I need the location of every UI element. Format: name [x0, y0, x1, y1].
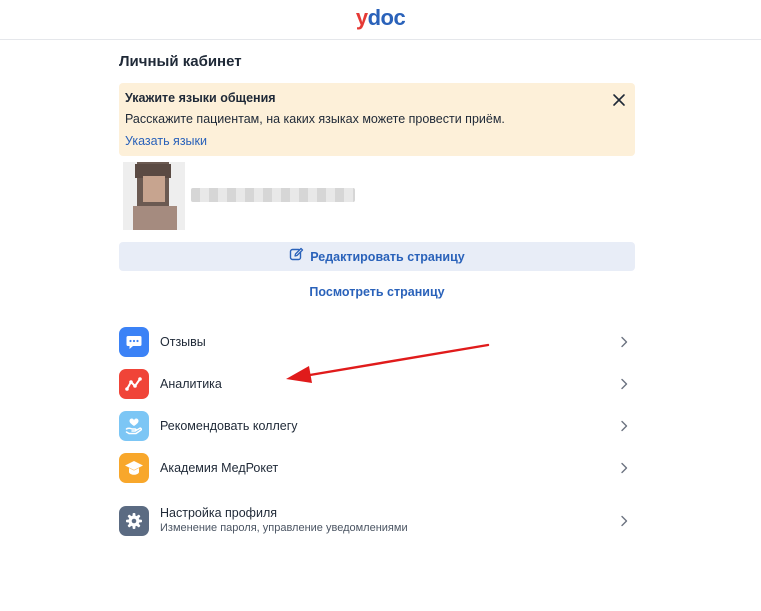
edit-page-label: Редактировать страницу: [310, 249, 465, 264]
close-icon[interactable]: [611, 92, 627, 108]
edit-icon: [289, 247, 304, 267]
gear-icon: [119, 506, 149, 536]
heart-hand-icon: [119, 411, 149, 441]
notice-text: Расскажите пациентам, на каких языках мо…: [125, 112, 505, 126]
chevron-right-icon: [621, 462, 628, 474]
menu-label: Аналитика: [160, 377, 222, 391]
menu-item-recommend-colleague[interactable]: Рекомендовать коллегу: [119, 410, 635, 444]
menu-label: Настройка профиля: [160, 506, 278, 520]
menu-label: Академия МедРокет: [160, 461, 279, 475]
top-bar: ydoc: [0, 0, 761, 40]
edit-page-button[interactable]: Редактировать страницу: [119, 242, 635, 271]
menu-item-profile-settings[interactable]: Настройка профиля Изменение пароля, упра…: [119, 505, 635, 539]
chevron-right-icon: [621, 420, 628, 432]
doctor-name-blurred: [191, 188, 355, 202]
profile-header: [119, 158, 635, 234]
menu-item-analytics[interactable]: Аналитика: [119, 368, 635, 402]
notice-title: Укажите языки общения: [125, 91, 276, 105]
page-title: Личный кабинет: [119, 53, 242, 70]
ydoc-logo[interactable]: ydoc: [356, 5, 406, 31]
chevron-right-icon: [621, 336, 628, 348]
menu-label: Отзывы: [160, 335, 206, 349]
specify-languages-link[interactable]: Указать языки: [125, 134, 207, 148]
menu-sublabel: Изменение пароля, управление уведомления…: [160, 522, 408, 534]
menu-item-academy[interactable]: Академия МедРокет: [119, 452, 635, 486]
view-page-link[interactable]: Посмотреть страницу: [119, 285, 635, 299]
menu-item-reviews[interactable]: Отзывы: [119, 326, 635, 360]
menu-label: Рекомендовать коллегу: [160, 419, 298, 433]
languages-notice: Укажите языки общения Расскажите пациент…: [119, 83, 635, 156]
chat-icon: [119, 327, 149, 357]
graduation-cap-icon: [119, 453, 149, 483]
analytics-icon: [119, 369, 149, 399]
avatar: [123, 162, 185, 230]
chevron-right-icon: [621, 378, 628, 390]
chevron-right-icon: [621, 515, 628, 527]
